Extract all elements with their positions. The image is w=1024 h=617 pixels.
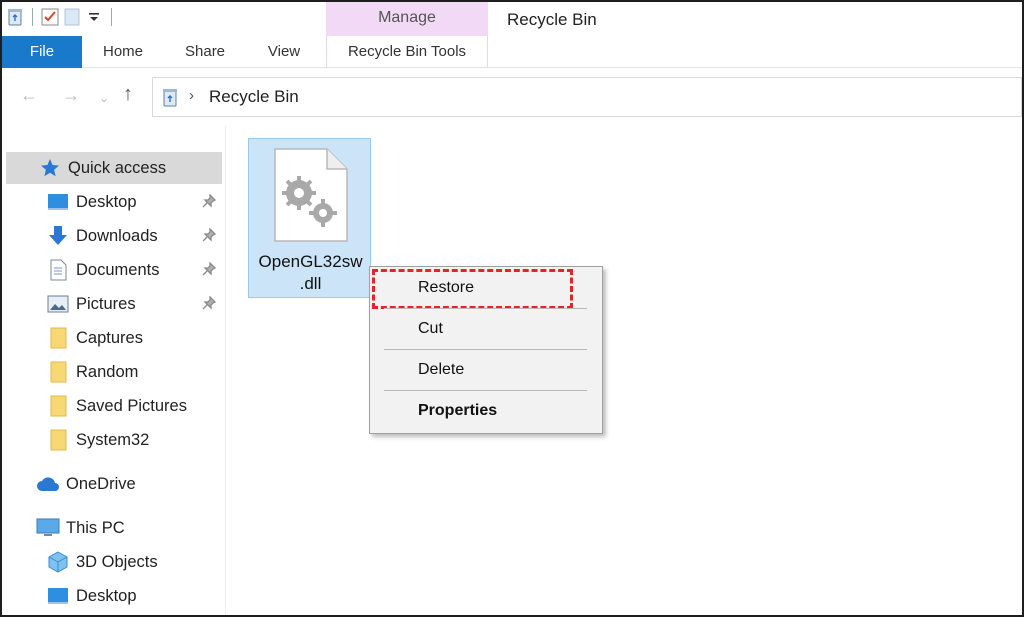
sidebar-item-onedrive[interactable]: OneDrive (2, 468, 226, 500)
forward-arrow-icon[interactable]: → (62, 85, 80, 106)
file-name-line-1: OpenGL32sw (258, 252, 363, 271)
new-folder-icon[interactable] (63, 8, 81, 26)
menu-separator (384, 390, 587, 391)
menu-item-restore[interactable]: Restore (418, 279, 474, 297)
tab-home[interactable]: Home (102, 36, 144, 68)
sidebar-item-quick-access[interactable]: Quick access (6, 152, 222, 184)
documents-icon (46, 258, 70, 282)
menu-item-delete[interactable]: Delete (418, 361, 464, 379)
folder-icon (46, 360, 70, 384)
sidebar-item-pictures[interactable]: Pictures (2, 288, 226, 320)
tab-view[interactable]: View (266, 36, 302, 68)
sidebar-item-label: Pictures (76, 294, 136, 313)
folder-icon (46, 428, 70, 452)
recent-locations-chevron-icon[interactable]: ⌄ (99, 91, 109, 105)
file-name-line-2: .dll (299, 274, 322, 293)
quick-access-toolbar (6, 8, 116, 26)
sidebar-item-label: Quick access (68, 158, 167, 177)
sidebar-item-desktop[interactable]: Desktop (2, 186, 226, 218)
sidebar-item-label: This PC (66, 518, 125, 537)
menu-separator (384, 308, 587, 309)
file-name[interactable]: OpenGL32sw .dll (249, 251, 372, 295)
back-arrow-icon[interactable]: ← (20, 85, 38, 106)
folder-icon (46, 326, 70, 350)
sidebar-item-label: Documents (76, 260, 160, 279)
tab-file[interactable]: File (2, 36, 82, 68)
customize-toolbar-icon[interactable] (85, 8, 103, 26)
navigation-bar: ← → ⌄ ↑ › Recycle Bin (2, 69, 1022, 125)
sidebar-item-label: 3D Objects (76, 552, 158, 571)
explorer-window: Manage Recycle Bin File Home Share View … (0, 0, 1024, 617)
sidebar-item-captures[interactable]: Captures (2, 322, 226, 354)
desktop-icon (46, 584, 70, 608)
sidebar-item-pc-desktop[interactable]: Desktop (2, 580, 226, 612)
up-arrow-icon[interactable]: ↑ (123, 83, 133, 106)
sidebar-item-3d-objects[interactable]: 3D Objects (2, 546, 226, 578)
computer-icon (36, 516, 60, 540)
pin-icon[interactable] (202, 295, 217, 315)
pin-icon[interactable] (202, 261, 217, 281)
tab-share[interactable]: Share (185, 36, 225, 68)
sidebar-item-random[interactable]: Random (2, 356, 226, 388)
menu-item-properties[interactable]: Properties (418, 402, 497, 420)
file-item[interactable]: OpenGL32sw .dll (248, 138, 371, 298)
cube-icon (46, 550, 70, 574)
address-bar[interactable]: › Recycle Bin (152, 77, 1022, 117)
window-title: Recycle Bin (507, 10, 597, 29)
sidebar-item-label: Captures (76, 328, 143, 347)
ribbon-tabs: File Home Share View Recycle Bin Tools (2, 36, 1022, 68)
recycle-bin-app-icon (6, 8, 24, 26)
sidebar-item-label: Saved Pictures (76, 396, 187, 415)
download-icon (46, 224, 70, 248)
context-menu: Restore Cut Delete Properties (369, 266, 603, 434)
pictures-icon (46, 292, 70, 316)
sidebar-item-documents[interactable]: Documents (2, 254, 226, 286)
cloud-icon (36, 472, 60, 496)
sidebar-item-label: Downloads (76, 226, 158, 245)
sidebar-item-label: Desktop (76, 192, 137, 211)
toolbar-separator (32, 8, 33, 26)
star-icon (38, 156, 62, 180)
breadcrumb[interactable]: Recycle Bin (209, 87, 299, 107)
folder-icon (46, 394, 70, 418)
sidebar-item-saved-pictures[interactable]: Saved Pictures (2, 390, 226, 422)
menu-separator (384, 349, 587, 350)
title-bar: Manage Recycle Bin (2, 2, 1022, 36)
sidebar-item-label: Desktop (76, 586, 137, 605)
file-list[interactable]: OpenGL32sw .dll (227, 125, 1022, 615)
navigation-pane: Quick access Desktop Downloads Documents… (2, 125, 226, 615)
system-file-icon (273, 147, 349, 248)
toolbar-separator (111, 8, 112, 26)
manage-contextual-tab[interactable]: Manage (326, 2, 488, 36)
properties-icon[interactable] (41, 8, 59, 26)
sidebar-item-label: OneDrive (66, 474, 136, 493)
sidebar-item-this-pc[interactable]: This PC (2, 512, 226, 544)
recycle-bin-icon (161, 87, 179, 112)
desktop-icon (46, 190, 70, 214)
pin-icon[interactable] (202, 227, 217, 247)
sidebar-item-label: System32 (76, 430, 150, 449)
sidebar-item-label: Random (76, 362, 139, 381)
sidebar-item-system32[interactable]: System32 (2, 424, 226, 456)
breadcrumb-chevron-icon[interactable]: › (189, 87, 194, 104)
sidebar-item-downloads[interactable]: Downloads (2, 220, 226, 252)
pin-icon[interactable] (202, 193, 217, 213)
tab-recycle-bin-tools[interactable]: Recycle Bin Tools (326, 36, 488, 68)
menu-item-cut[interactable]: Cut (418, 320, 443, 338)
